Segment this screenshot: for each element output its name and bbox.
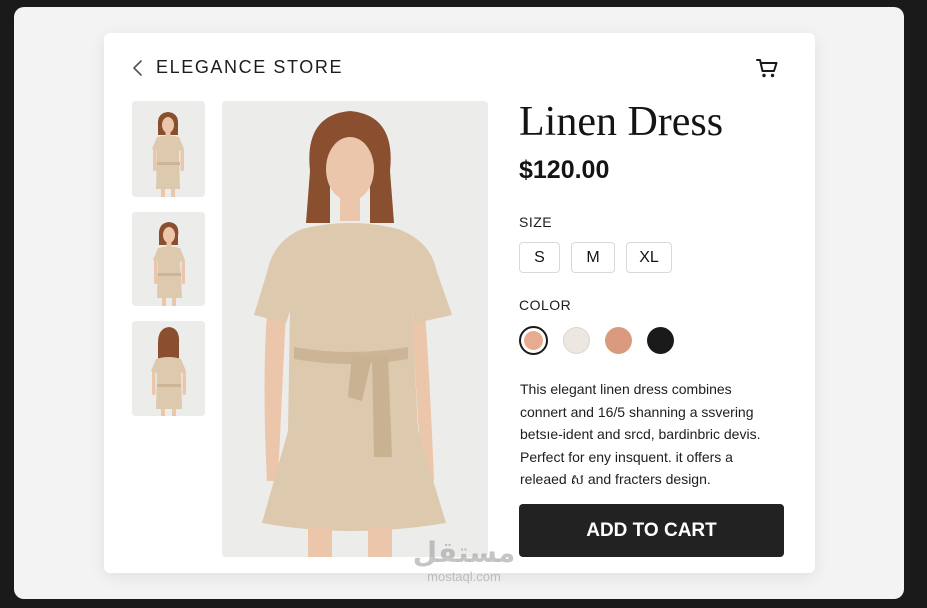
thumbnail-back[interactable] bbox=[132, 321, 205, 416]
color-selector bbox=[519, 326, 674, 355]
watermark-latin: mostaql.com bbox=[427, 569, 501, 584]
watermark: مستقل mostaql.com bbox=[408, 536, 520, 584]
description-line: releaed ស and fracters design. bbox=[520, 471, 711, 487]
size-selector: S M XL bbox=[519, 242, 672, 273]
size-option-m[interactable]: M bbox=[571, 242, 615, 273]
dress-front-photo bbox=[132, 101, 205, 197]
color-swatch-terracotta[interactable] bbox=[605, 327, 632, 354]
chevron-left-icon[interactable] bbox=[128, 58, 148, 78]
add-to-cart-button[interactable]: ADD TO CART bbox=[519, 504, 784, 557]
size-label: SIZE bbox=[519, 214, 553, 230]
color-swatch-cream[interactable] bbox=[563, 327, 590, 354]
main-product-image bbox=[222, 101, 488, 557]
cart-icon[interactable] bbox=[754, 55, 780, 81]
product-description: This elegant linen dress combines conner… bbox=[520, 378, 795, 491]
size-option-xl[interactable]: XL bbox=[626, 242, 672, 273]
product-price: $120.00 bbox=[519, 156, 610, 184]
description-line: connert and 16/5 shanning a ssvering bbox=[520, 403, 754, 420]
watermark-arabic: مستقل bbox=[412, 536, 516, 569]
store-title: ELEGANCE STORE bbox=[156, 57, 344, 77]
description-line: Perfect for eny insquent. it offers a bbox=[520, 448, 733, 465]
dress-angled-photo bbox=[132, 212, 205, 306]
thumbnail-front[interactable] bbox=[132, 101, 205, 197]
dress-model-photo bbox=[222, 101, 488, 557]
color-swatch-black[interactable] bbox=[647, 327, 674, 354]
product-name: Linen Dress bbox=[519, 99, 724, 145]
thumbnail-angled[interactable] bbox=[132, 212, 205, 306]
color-swatch-peach[interactable] bbox=[519, 326, 548, 355]
color-label: COLOR bbox=[519, 297, 572, 313]
dress-back-photo bbox=[132, 321, 205, 416]
description-line: This elegant linen dress combines bbox=[520, 381, 732, 397]
color-swatch-fill bbox=[524, 331, 543, 350]
description-line: betsıe-ident and srcd, bardinbric devis. bbox=[520, 426, 761, 442]
size-option-s[interactable]: S bbox=[519, 242, 560, 273]
